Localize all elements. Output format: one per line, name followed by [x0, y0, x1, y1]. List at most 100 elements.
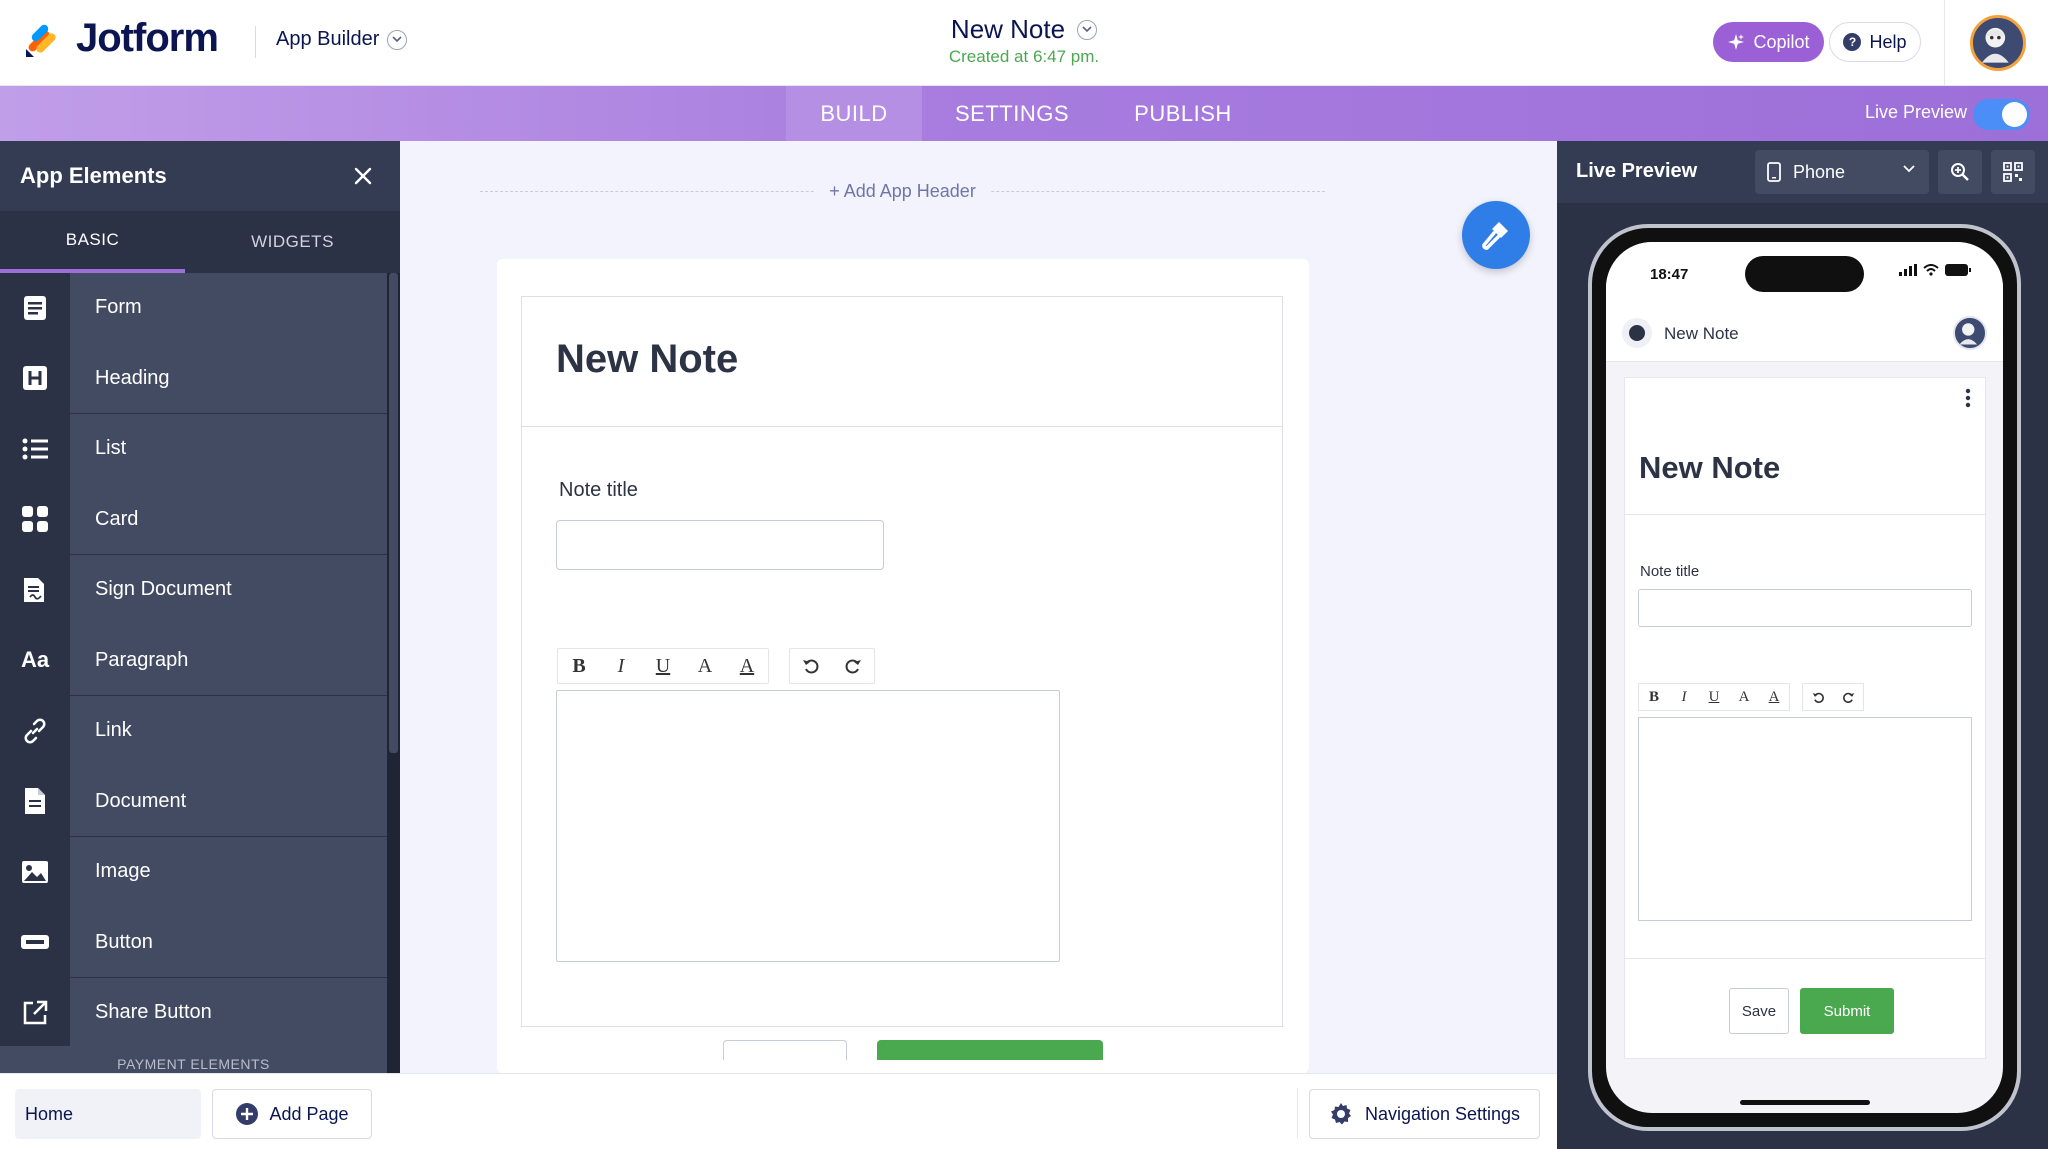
tab-build[interactable]: BUILD	[786, 86, 922, 141]
builder-canvas: + Add App Header New Note Note title B I…	[400, 141, 1557, 1073]
element-share-button[interactable]: Share Button	[0, 977, 387, 1049]
sparkle-icon	[1728, 34, 1745, 50]
form-icon	[0, 272, 70, 343]
tab-settings[interactable]: SETTINGS	[934, 86, 1090, 141]
note-title-input[interactable]	[556, 520, 884, 570]
phone-italic-button[interactable]: I	[1669, 684, 1699, 710]
live-preview-toggle[interactable]	[1973, 99, 2030, 130]
list-icon	[0, 413, 70, 484]
undo-button[interactable]	[790, 649, 832, 683]
element-label: Document	[70, 766, 387, 837]
rich-text-toolbar: B I U A A	[557, 648, 875, 684]
tab-basic[interactable]: BASIC	[0, 211, 185, 273]
form-element-card[interactable]: New Note Note title B I U A A	[497, 259, 1309, 1073]
help-label: Help	[1869, 31, 1907, 52]
help-button[interactable]: ? Help	[1829, 22, 1921, 62]
zoom-button[interactable]	[1938, 150, 1982, 194]
element-sign-document[interactable]: Sign Document	[0, 554, 387, 626]
phone-bold-button[interactable]: B	[1639, 684, 1669, 710]
copilot-button[interactable]: Copilot	[1713, 22, 1824, 62]
note-body-editor[interactable]	[556, 690, 1060, 962]
qr-code-button[interactable]	[1991, 150, 2035, 194]
qr-code-icon	[2003, 162, 2023, 182]
form-heading: New Note	[556, 337, 739, 381]
element-label: Link	[70, 695, 387, 766]
app-builder-label: App Builder	[276, 28, 380, 50]
element-card[interactable]: Card	[0, 484, 387, 555]
share-icon	[0, 977, 70, 1048]
live-preview-panel: Live Preview Phone 18:47 New Note New No…	[1557, 141, 2048, 1149]
redo-button[interactable]	[832, 649, 874, 683]
element-button[interactable]: Button	[0, 907, 387, 978]
element-document[interactable]: Document	[0, 766, 387, 837]
phone-form-heading: New Note	[1639, 450, 1781, 485]
sign-document-icon	[0, 554, 70, 625]
document-title-dropdown[interactable]: New Note	[950, 14, 1098, 45]
phone-form-divider	[1625, 958, 1985, 959]
form-heading-block[interactable]: New Note	[521, 296, 1283, 427]
card-icon	[0, 484, 70, 555]
zoom-in-icon	[1951, 163, 1969, 181]
element-heading[interactable]: Heading	[0, 343, 387, 414]
format-button-group: B I U A A	[557, 648, 769, 684]
scrollbar-thumb[interactable]	[389, 273, 398, 753]
phone-form-card: New Note Note title B I U A A Save Submi…	[1624, 377, 1986, 1059]
underline-button[interactable]: U	[642, 649, 684, 683]
phone-note-body-editor[interactable]	[1638, 717, 1972, 921]
undo-icon	[803, 659, 819, 674]
panel-tabs: BASIC WIDGETS	[0, 211, 387, 273]
signal-icon	[1899, 264, 1917, 276]
close-icon[interactable]	[350, 163, 376, 189]
italic-button[interactable]: I	[600, 649, 642, 683]
phone-redo-button[interactable]	[1833, 684, 1863, 710]
phone-rich-text-toolbar: B I U A A	[1638, 683, 1864, 711]
document-icon	[0, 766, 70, 837]
phone-time: 18:47	[1650, 266, 1689, 283]
phone-submit-button[interactable]: Submit	[1800, 988, 1894, 1034]
app-builder-dropdown[interactable]: App Builder	[276, 28, 408, 51]
element-link[interactable]: Link	[0, 695, 387, 767]
design-paint-button[interactable]	[1462, 201, 1530, 269]
element-label: Image	[70, 836, 387, 907]
phone-icon	[1767, 162, 1781, 182]
element-list[interactable]: List	[0, 413, 387, 485]
save-button[interactable]	[723, 1040, 847, 1060]
element-image[interactable]: Image	[0, 836, 387, 908]
more-options-icon[interactable]	[1965, 388, 1971, 408]
user-avatar[interactable]	[1970, 15, 2026, 71]
phone-save-button[interactable]: Save	[1729, 988, 1789, 1034]
jotform-logo-icon	[26, 24, 56, 57]
phone-note-title-input[interactable]	[1638, 589, 1972, 627]
phone-font-color-button[interactable]: A	[1729, 684, 1759, 710]
payment-elements-heading: PAYMENT ELEMENTS	[0, 1046, 387, 1073]
device-selector[interactable]: Phone	[1755, 150, 1929, 194]
status-icons	[1899, 264, 1971, 276]
highlight-color-button[interactable]: A	[726, 649, 768, 683]
navigation-settings-button[interactable]: Navigation Settings	[1309, 1089, 1540, 1139]
phone-highlight-button[interactable]: A	[1759, 684, 1789, 710]
phone-user-avatar[interactable]	[1953, 316, 1987, 350]
document-title: New Note	[950, 14, 1066, 44]
dynamic-island	[1745, 256, 1864, 292]
phone-undo-button[interactable]	[1803, 684, 1833, 710]
image-icon	[0, 836, 70, 907]
bold-button[interactable]: B	[558, 649, 600, 683]
submit-button[interactable]	[877, 1040, 1103, 1060]
add-page-button[interactable]: Add Page	[212, 1089, 372, 1139]
phone-underline-button[interactable]: U	[1699, 684, 1729, 710]
navigation-settings-label: Navigation Settings	[1364, 1103, 1521, 1124]
jotform-logo[interactable]: Jotform	[22, 16, 219, 61]
home-indicator	[1740, 1100, 1870, 1105]
live-preview-label: Live Preview	[1865, 102, 1968, 122]
tab-widgets[interactable]: WIDGETS	[200, 211, 385, 273]
element-form[interactable]: Form	[0, 272, 387, 344]
element-paragraph[interactable]: Aa Paragraph	[0, 625, 387, 696]
font-color-button[interactable]: A	[684, 649, 726, 683]
panel-scrollbar[interactable]	[387, 273, 400, 1073]
element-label: List	[70, 413, 387, 484]
add-app-header-button[interactable]: + Add App Header	[815, 181, 990, 201]
tab-publish[interactable]: PUBLISH	[1108, 86, 1258, 141]
page-home[interactable]: Home	[15, 1089, 201, 1139]
top-header: Jotform App Builder New Note Created at …	[0, 0, 2048, 86]
phone-app-header: New Note	[1606, 302, 2003, 362]
